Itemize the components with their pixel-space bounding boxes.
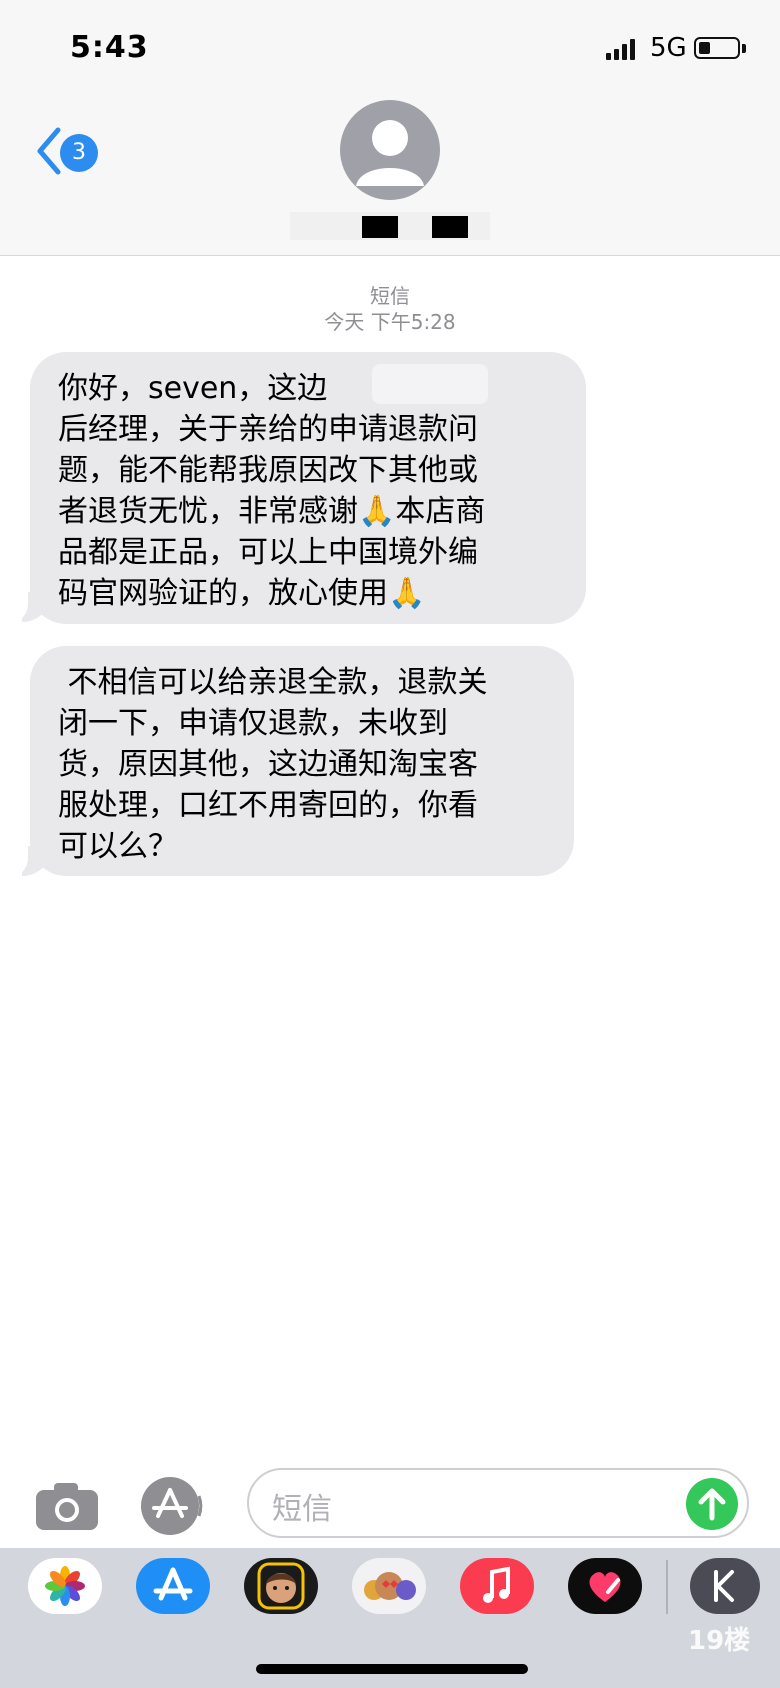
status-time: 5:43 <box>70 30 149 65</box>
cellular-signal-icon <box>606 39 635 60</box>
site-watermark: 19楼 <box>688 1626 751 1656</box>
redaction-block <box>432 216 468 238</box>
k-app-icon[interactable] <box>690 1558 760 1614</box>
message-input-placeholder: 短信 <box>272 1492 332 1527</box>
memoji-icon[interactable] <box>244 1558 318 1614</box>
animoji-stickers-icon[interactable] <box>352 1558 426 1614</box>
battery-icon <box>694 37 740 59</box>
message-timestamp: 今天 下午5:28 <box>324 310 456 334</box>
battery-cap <box>742 44 746 53</box>
photos-icon[interactable] <box>28 1558 102 1614</box>
arrow-up-icon <box>698 1488 726 1521</box>
network-type: 5G <box>650 33 687 63</box>
home-indicator[interactable] <box>256 1664 528 1674</box>
message-bubble-incoming[interactable]: 不相信可以给亲退全款，退款关 闭一下，申请仅退款，未收到 货，原因其他，这边通知… <box>30 646 574 876</box>
send-button[interactable] <box>686 1478 738 1530</box>
digital-touch-icon[interactable] <box>568 1558 642 1614</box>
message-service-label: 短信 <box>370 284 410 308</box>
app-store-drawer-icon[interactable] <box>140 1476 210 1536</box>
message-bubble-incoming[interactable]: 你好，seven，这边 妆售 后经理，关于亲给的申请退款问 题，能不能帮我原因改… <box>30 352 586 624</box>
blurred-text-patch <box>372 364 488 404</box>
app-store-icon[interactable] <box>136 1558 210 1614</box>
music-icon[interactable] <box>460 1558 534 1614</box>
redaction-block <box>362 216 398 238</box>
camera-icon[interactable] <box>34 1480 100 1532</box>
drawer-divider <box>666 1560 668 1614</box>
unread-count-badge[interactable]: 3 <box>60 134 98 172</box>
person-avatar-icon[interactable] <box>340 100 440 200</box>
